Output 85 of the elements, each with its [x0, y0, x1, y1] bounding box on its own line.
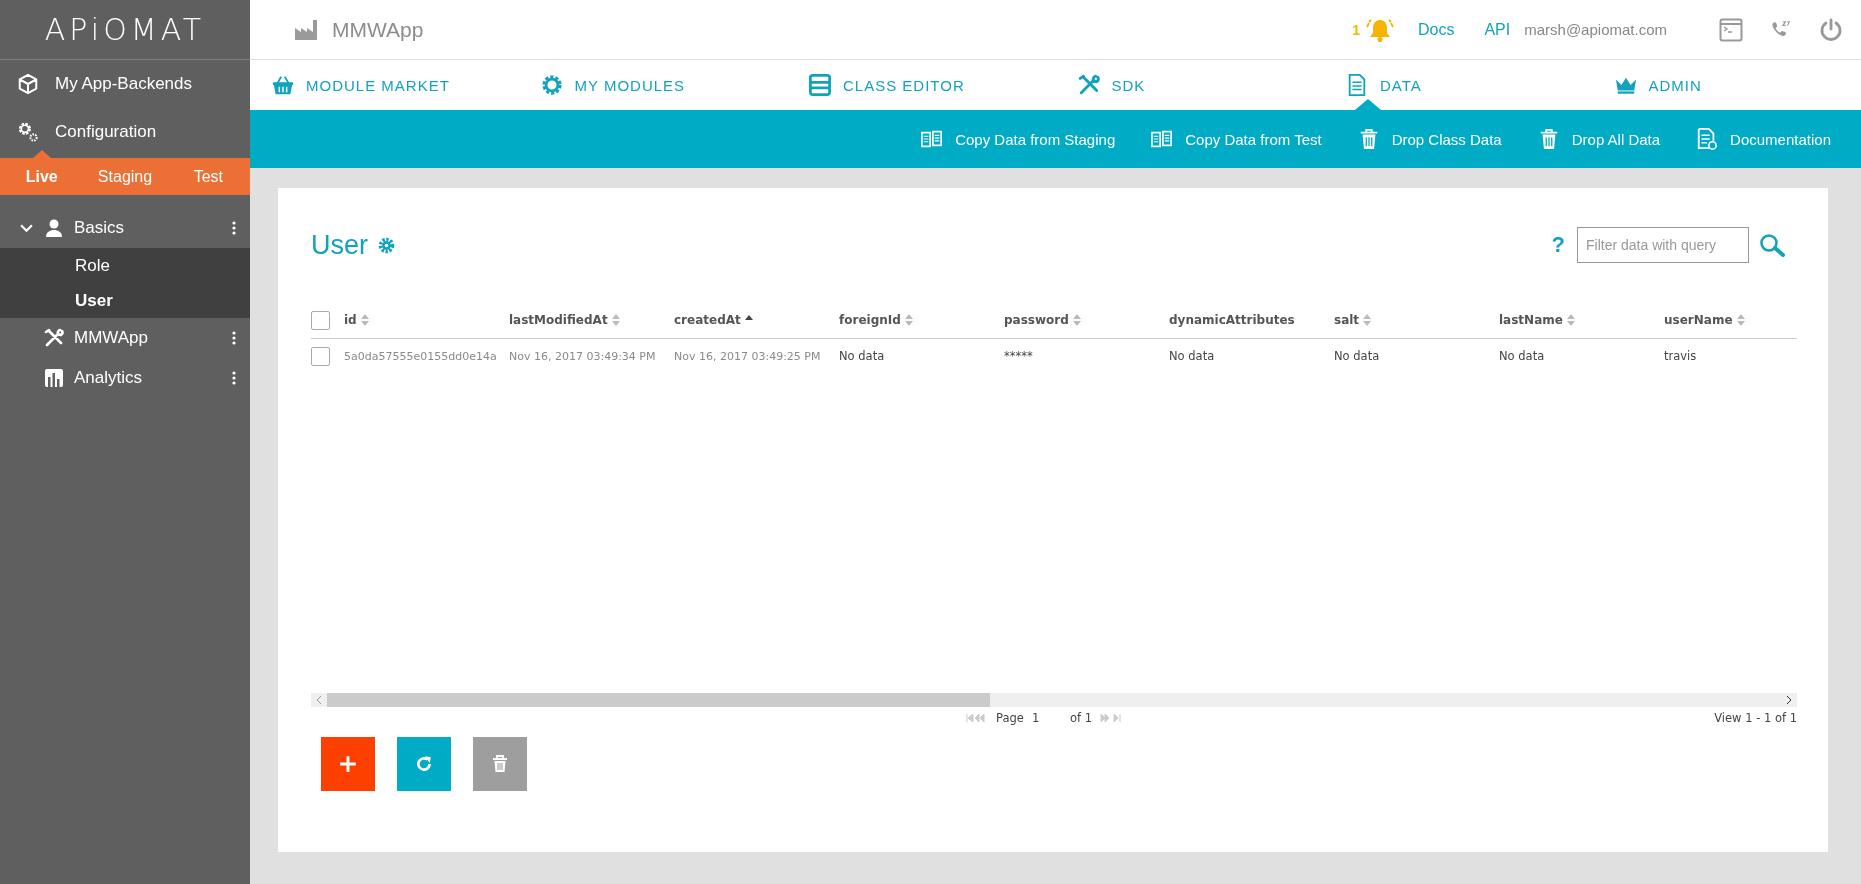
settings-icon[interactable] [378, 236, 395, 254]
gear-icon [540, 74, 563, 96]
column-header[interactable]: dynamicAttributes [1169, 313, 1334, 327]
page-number[interactable]: 1 [1031, 711, 1062, 725]
column-header[interactable]: userName [1664, 313, 1797, 327]
notification-count: 1 [1352, 21, 1360, 38]
nav-tab[interactable]: MY MODULES [518, 60, 787, 110]
table-cell-text: No data [1499, 349, 1546, 363]
header-link[interactable]: Docs [1417, 20, 1455, 39]
nav-tab[interactable]: CLASS EDITOR [787, 60, 1056, 110]
environment-tab[interactable]: Test [166, 158, 250, 195]
window-icon [809, 74, 831, 96]
action-button[interactable]: Drop All Data [1537, 128, 1661, 150]
row-checkbox[interactable] [311, 346, 330, 366]
action-button[interactable]: Documentation [1696, 128, 1831, 150]
document-icon [1346, 74, 1368, 96]
more-options-icon[interactable] [232, 371, 236, 385]
column-header[interactable]: password [1004, 313, 1169, 327]
tools-icon [1077, 74, 1100, 96]
scroll-left-icon[interactable] [316, 695, 322, 705]
tree-item[interactable]: Analytics [0, 358, 250, 398]
tree-child-item[interactable]: User [0, 283, 250, 318]
refresh-button[interactable] [397, 737, 451, 791]
terminal-icon[interactable] [1719, 17, 1743, 42]
environment-tab[interactable]: Staging [83, 158, 167, 195]
logo: APiOMAT [44, 12, 206, 47]
column-header[interactable]: salt [1334, 313, 1499, 327]
factory-icon [294, 18, 318, 41]
trash-icon [491, 755, 509, 773]
person-icon [44, 218, 64, 238]
bar-chart-icon [44, 368, 64, 388]
refresh-icon [415, 755, 433, 773]
gears-icon [17, 121, 39, 143]
add-button[interactable] [321, 737, 375, 791]
horizontal-scrollbar[interactable] [311, 693, 1797, 707]
table-cell-text: 5a0da57555e0155dd0e14a [344, 349, 498, 363]
page-label: Page [996, 711, 1024, 725]
sidebar-item[interactable]: My App-Backends [0, 60, 250, 108]
scroll-right-icon[interactable] [1786, 695, 1792, 705]
user-email[interactable]: marsh@apiomat.com [1524, 21, 1667, 38]
filter-field[interactable]: Filter data with query [1577, 227, 1749, 263]
bell-icon[interactable] [1365, 16, 1394, 43]
column-header[interactable]: foreignId [839, 313, 1004, 327]
tree-item[interactable]: Basics [0, 208, 250, 248]
table-cell-text: ***** [1004, 349, 1034, 363]
action-button[interactable]: Copy Data from Test [1151, 128, 1322, 150]
app-title: MMWApp [332, 17, 424, 42]
column-header[interactable]: lastName [1499, 313, 1664, 327]
tree-child-item[interactable]: Role [0, 248, 250, 283]
search-icon[interactable] [1759, 233, 1785, 257]
table-cell-text: No data [1334, 349, 1381, 363]
delete-button[interactable] [473, 737, 527, 791]
class-title: User [311, 229, 368, 261]
tools-icon [44, 328, 64, 348]
table-cell-text: No data [1169, 349, 1216, 363]
copy-icon [921, 128, 944, 150]
more-options-icon[interactable] [232, 221, 236, 235]
table-cell-text: Nov 16, 2017 03:49:34 PM [509, 349, 657, 363]
page-count: of 1 [1069, 711, 1092, 725]
last-page-icon[interactable] [1099, 714, 1122, 722]
power-icon[interactable] [1819, 17, 1843, 42]
action-button[interactable]: Drop Class Data [1357, 128, 1502, 150]
table-cell-text: Nov 16, 2017 03:49:25 PM [674, 349, 822, 363]
record-count: View 1 - 1 of 1 [1714, 711, 1797, 725]
header-link[interactable]: API [1484, 20, 1511, 39]
document-icon [1696, 128, 1719, 150]
more-options-icon[interactable] [232, 331, 236, 345]
action-button[interactable]: Copy Data from Staging [921, 128, 1116, 150]
select-all-checkbox[interactable] [311, 310, 330, 330]
basket-icon [272, 74, 294, 96]
column-header[interactable]: createdAt [674, 313, 839, 327]
cube-icon [17, 73, 39, 95]
nav-tab[interactable]: SDK [1055, 60, 1324, 110]
table-cell-text: No data [839, 349, 886, 363]
column-header[interactable]: lastModifiedAt [509, 313, 674, 327]
help-link[interactable]: ? [1551, 232, 1565, 258]
environment-tab[interactable]: Live [0, 158, 84, 195]
nav-tab[interactable]: ADMIN [1592, 60, 1861, 110]
table-cell-text: travis [1664, 349, 1698, 363]
copy-icon [1151, 128, 1174, 150]
nav-tab[interactable]: MODULE MARKET [250, 60, 519, 110]
tree-item[interactable]: MMWApp [0, 318, 250, 358]
plus-icon [339, 755, 357, 773]
sidebar-item[interactable]: Configuration [0, 108, 250, 156]
column-header[interactable]: id [344, 313, 509, 327]
